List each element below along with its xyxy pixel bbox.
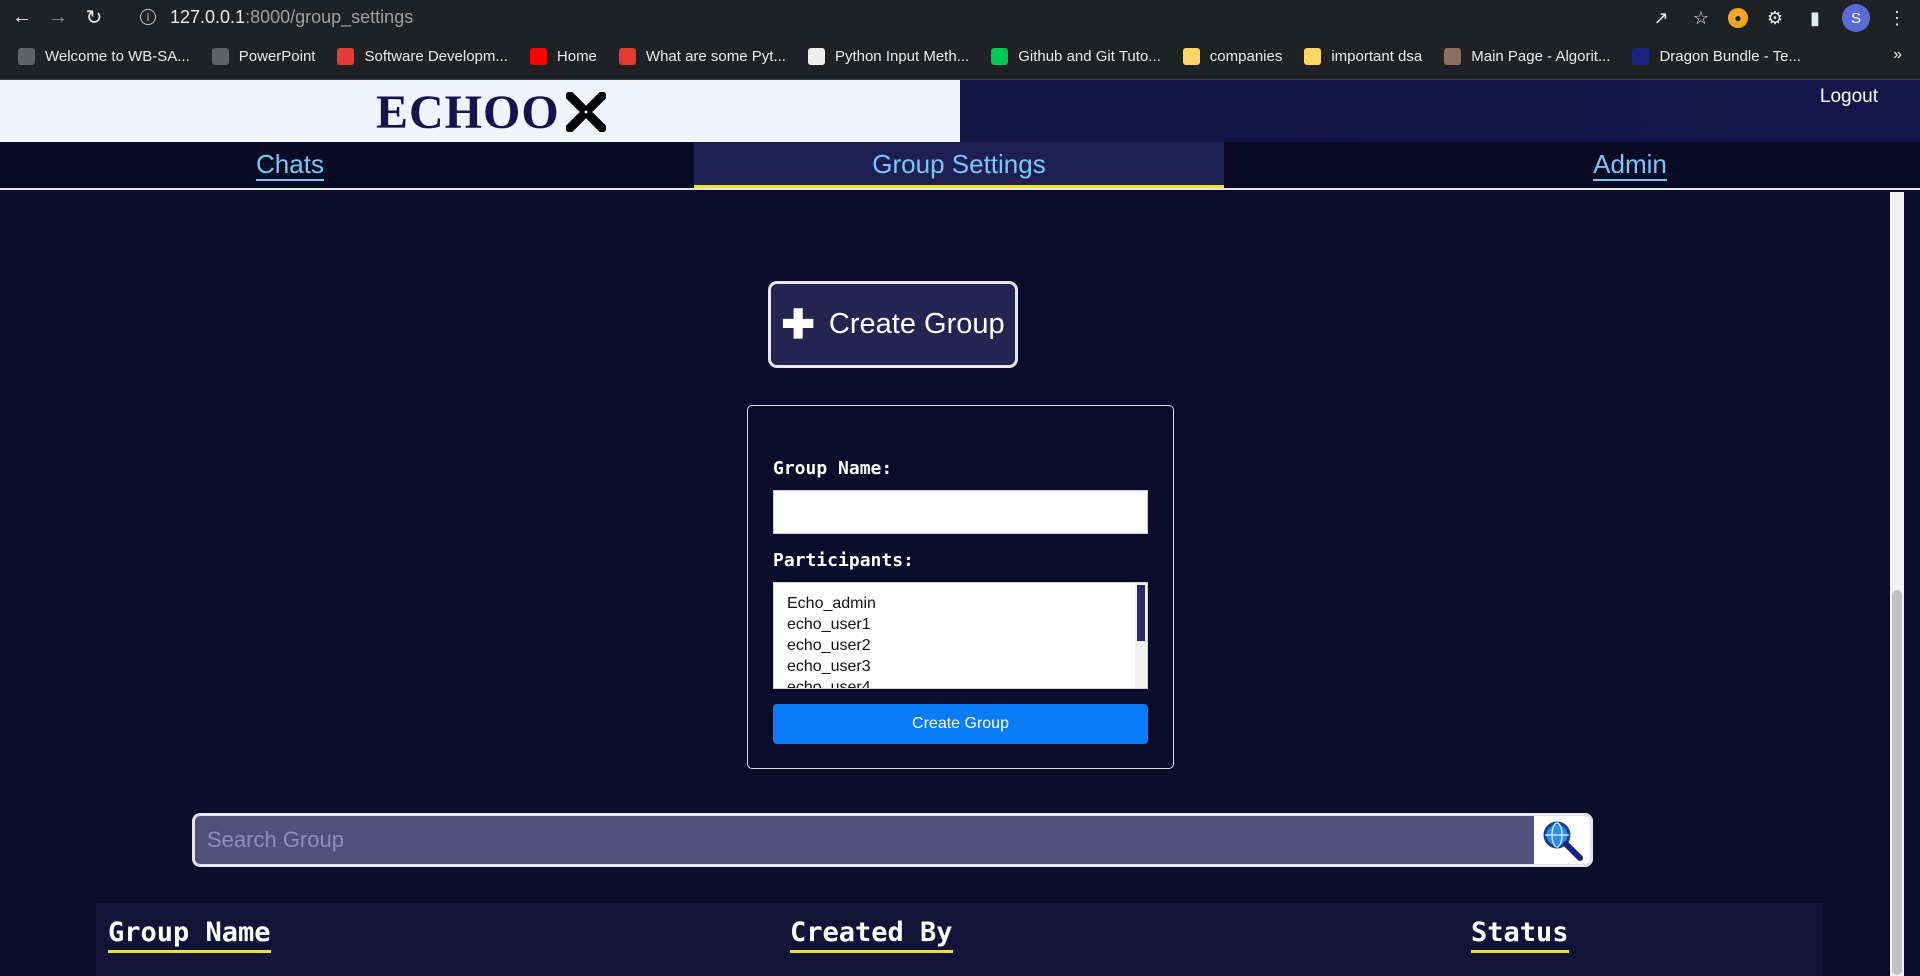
bookmark-item[interactable]: PowerPoint: [211, 48, 316, 65]
create-group-toggle-button[interactable]: ✚ Create Group: [768, 281, 1018, 368]
logo-panel: ECHOO: [0, 80, 960, 142]
url-host: 127.0.0.1: [170, 6, 246, 27]
participant-option[interactable]: echo_user2: [774, 635, 1134, 656]
bookmark-item[interactable]: Python Input Meth...: [807, 48, 970, 65]
create-group-form: Group Name: Participants: Echo_admin echo…: [747, 405, 1174, 769]
group-name-input[interactable]: [773, 490, 1148, 534]
puzzle-extensions-icon[interactable]: ⚙: [1762, 5, 1788, 31]
bookmark-label: important dsa: [1331, 48, 1423, 65]
bookmark-label: Dragon Bundle - Te...: [1659, 48, 1801, 65]
create-group-toggle-label: Create Group: [828, 308, 1005, 340]
bookmark-favicon-icon: [1304, 48, 1322, 65]
bookmark-label: Github and Git Tuto...: [1018, 48, 1161, 65]
url-path: :8000/group_settings: [245, 6, 414, 27]
groups-table-header: Group Name Created By Status: [96, 903, 1823, 976]
bookmark-favicon-icon: [337, 48, 355, 65]
tab-admin[interactable]: Admin: [1500, 142, 1760, 188]
app-header: ECHOO Logout: [0, 80, 1920, 142]
bookmark-favicon-icon: [1182, 48, 1200, 65]
bookmark-favicon-icon: [529, 48, 547, 65]
plus-icon: ✚: [781, 302, 815, 347]
extension-icon[interactable]: ●: [1728, 8, 1748, 28]
logout-link[interactable]: Logout: [1820, 86, 1878, 108]
participants-label: Participants:: [773, 550, 914, 571]
bookmark-item[interactable]: Main Page - Algorit...: [1444, 48, 1610, 65]
site-info-icon[interactable]: i: [140, 9, 156, 25]
bookmark-star-icon[interactable]: ☆: [1688, 5, 1714, 31]
main-tabs: Chats Group Settings Admin: [0, 142, 1920, 190]
logo-x-icon: [565, 92, 606, 132]
page-scrollbar[interactable]: [1890, 192, 1904, 976]
create-group-submit-button[interactable]: Create Group: [773, 704, 1148, 744]
bookmark-label: PowerPoint: [238, 48, 316, 65]
bookmark-item[interactable]: Home: [529, 48, 597, 65]
bookmark-favicon-icon: [1444, 48, 1462, 65]
participants-scrollbar-thumb[interactable]: [1137, 585, 1145, 641]
bookmark-favicon-icon: [618, 48, 636, 65]
bookmark-favicon-icon: [1632, 48, 1650, 65]
bookmark-label: Main Page - Algorit...: [1471, 48, 1611, 65]
bookmark-label: Home: [556, 48, 597, 65]
participant-option[interactable]: echo_user4: [774, 677, 1134, 688]
kebab-menu-icon[interactable]: ⋮: [1884, 5, 1910, 31]
search-group-input[interactable]: [195, 816, 1535, 864]
logo-text: ECHOO: [376, 85, 560, 139]
col-group-name[interactable]: Group Name: [108, 917, 271, 953]
bookmark-item[interactable]: important dsa: [1304, 48, 1422, 65]
bookmark-item[interactable]: Welcome to WB-SA...: [18, 48, 190, 65]
col-created-by[interactable]: Created By: [790, 917, 953, 953]
bookmark-item[interactable]: Software Developm...: [337, 48, 508, 65]
scrollbar-thumb[interactable]: [1892, 590, 1902, 975]
bookmark-favicon-icon: [211, 48, 229, 65]
participants-select[interactable]: Echo_admin echo_user1 echo_user2 echo_user3…: [773, 582, 1148, 689]
participant-option[interactable]: echo_user1: [774, 614, 1134, 635]
tab-group-settings[interactable]: Group Settings: [694, 142, 1224, 188]
app-logo[interactable]: ECHOO: [376, 84, 606, 140]
tab-chats[interactable]: Chats: [160, 142, 420, 188]
share-icon[interactable]: ↗: [1648, 5, 1674, 31]
bookmark-label: Software Developm...: [364, 48, 508, 65]
participant-option[interactable]: echo_user3: [774, 656, 1134, 677]
bookmark-item[interactable]: Github and Git Tuto...: [991, 48, 1161, 65]
participant-option[interactable]: Echo_admin: [774, 593, 1134, 614]
bookmark-label: Welcome to WB-SA...: [45, 48, 190, 65]
bookmark-item[interactable]: What are some Pyt...: [618, 48, 786, 65]
bookmark-favicon-icon: [807, 48, 825, 65]
back-icon[interactable]: ←: [8, 3, 36, 31]
reload-icon[interactable]: ↻: [80, 3, 108, 31]
col-status[interactable]: Status: [1471, 917, 1569, 953]
search-button[interactable]: [1534, 816, 1590, 864]
search-globe-icon: [1543, 821, 1583, 861]
bookmark-label: companies: [1209, 48, 1283, 65]
bookmark-favicon-icon: [18, 48, 35, 65]
participants-scrollbar[interactable]: [1135, 583, 1147, 688]
more-bookmarks-icon[interactable]: »: [1893, 46, 1902, 64]
side-panel-icon[interactable]: ▮: [1802, 5, 1828, 31]
search-group-bar: [192, 813, 1593, 867]
bookmarks-bar: Welcome to WB-SA... PowerPoint Software De…: [0, 34, 1920, 80]
bookmark-item[interactable]: companies: [1182, 48, 1283, 65]
forward-icon[interactable]: →: [44, 3, 72, 31]
bookmark-item[interactable]: Dragon Bundle - Te...: [1632, 48, 1801, 65]
bookmark-favicon-icon: [991, 48, 1009, 65]
address-bar[interactable]: i 127.0.0.1:8000/group_settings: [140, 4, 1590, 30]
bookmark-label: Python Input Meth...: [834, 48, 970, 65]
profile-avatar[interactable]: S: [1842, 4, 1870, 32]
group-name-label: Group Name:: [773, 458, 893, 479]
browser-toolbar: ← → ↻ i 127.0.0.1:8000/group_settings ↗ …: [0, 0, 1920, 34]
bookmark-label: What are some Pyt...: [645, 48, 786, 65]
